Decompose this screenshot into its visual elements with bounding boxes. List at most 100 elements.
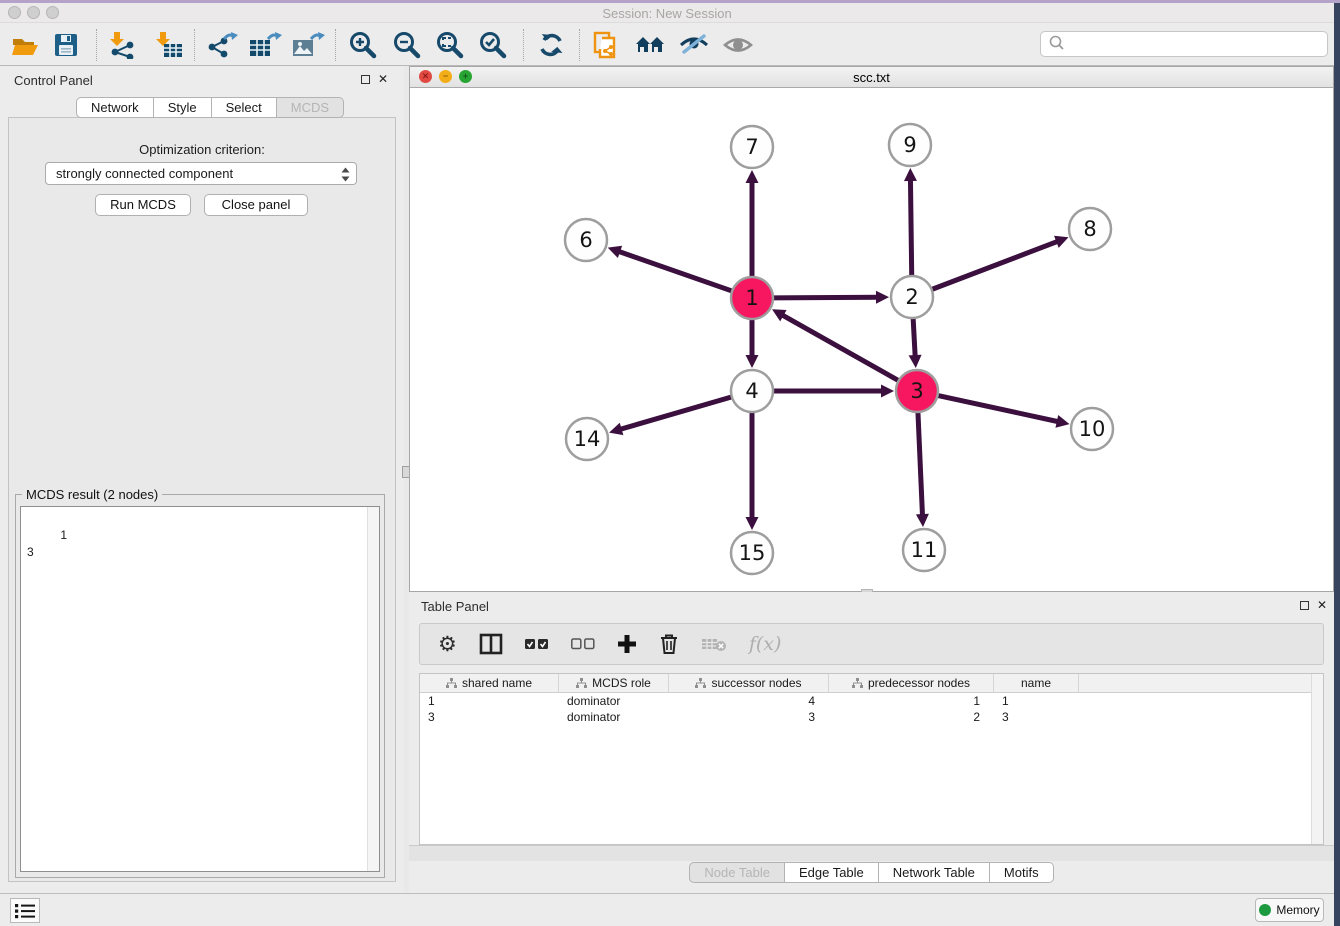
window-titlebar: Session: New Session [0, 3, 1334, 23]
tab-network-table[interactable]: Network Table [879, 862, 990, 883]
table-row[interactable]: 3dominator323 [420, 709, 1323, 725]
arrowhead-icon [746, 170, 759, 183]
list-icon [15, 903, 35, 919]
graph-node-label-7: 7 [745, 135, 758, 159]
main-toolbar [0, 23, 1334, 66]
open-session-icon[interactable] [10, 30, 40, 60]
table-tabs: Node TableEdge TableNetwork TableMotifs [409, 862, 1334, 883]
graph-node-label-8: 8 [1083, 217, 1096, 241]
hierarchy-icon [446, 678, 457, 689]
edge-4-14[interactable] [619, 397, 732, 430]
arrowhead-icon [746, 517, 759, 530]
cell: 3 [420, 709, 559, 725]
function-icon[interactable]: f(x) [749, 633, 782, 655]
delete-icon[interactable] [659, 633, 679, 655]
deselect-all-icon[interactable] [571, 638, 595, 650]
tab-motifs[interactable]: Motifs [990, 862, 1054, 883]
desktop-right-edge [1334, 3, 1340, 926]
table-header-row: shared name MCDS role successor nodesprede… [420, 674, 1323, 693]
export-table-icon[interactable] [248, 30, 282, 60]
graph-node-label-2: 2 [905, 285, 918, 309]
mcds-result-text[interactable]: 1 3 [20, 506, 380, 872]
save-session-icon[interactable] [52, 30, 80, 60]
gear-icon[interactable]: ⚙ [438, 634, 457, 655]
edge-1-6[interactable] [617, 251, 732, 291]
import-table-icon[interactable] [152, 30, 184, 60]
control-panel-tabs: NetworkStyleSelectMCDS [76, 97, 344, 118]
control-panel: Control Panel ✕ NetworkStyleSelectMCDS O… [0, 66, 404, 893]
toolbar-separator [335, 29, 336, 61]
arrowhead-icon [916, 514, 929, 527]
tab-mcds[interactable]: MCDS [277, 97, 344, 118]
edge-1-2[interactable] [773, 297, 879, 298]
criterion-value: strongly connected component [56, 166, 233, 181]
memory-button[interactable]: Memory [1255, 898, 1324, 922]
tab-select[interactable]: Select [212, 97, 277, 118]
edge-3-1[interactable] [781, 314, 899, 380]
export-network-icon[interactable] [204, 30, 238, 60]
table-scrollbar[interactable] [1311, 674, 1323, 844]
delete-table-icon[interactable] [701, 635, 727, 653]
close-panel-button[interactable]: Close panel [204, 194, 308, 216]
refresh-icon[interactable] [536, 30, 566, 60]
search-icon [1049, 35, 1065, 54]
cell: 2 [829, 709, 994, 725]
column-header-MCDS-role[interactable]: MCDS role [559, 674, 669, 692]
zoom-selected-icon[interactable] [478, 30, 508, 60]
arrowhead-icon [1055, 415, 1069, 428]
toolbar-separator [96, 29, 97, 61]
network-view-frame: ✕ − + scc.txt 7968124314101511 [409, 66, 1334, 592]
table-panel: Table Panel ✕ ⚙ f(x) [409, 592, 1334, 893]
hide-selected-icon[interactable] [678, 30, 710, 60]
column-header-shared-name[interactable]: shared name [420, 674, 559, 692]
tab-edge-table[interactable]: Edge Table [785, 862, 879, 883]
application-window: Session: New Session [0, 0, 1340, 926]
hierarchy-icon [576, 678, 587, 689]
control-panel-float-button[interactable] [358, 72, 372, 86]
criterion-dropdown[interactable]: strongly connected component [45, 162, 357, 185]
graph-node-label-9: 9 [903, 133, 916, 157]
zoom-fit-icon[interactable] [435, 30, 465, 60]
tab-node-table[interactable]: Node Table [689, 862, 785, 883]
run-mcds-button[interactable]: Run MCDS [95, 194, 191, 216]
add-icon[interactable] [617, 634, 637, 654]
network-frame-titlebar[interactable]: ✕ − + scc.txt [410, 67, 1333, 88]
edge-3-11[interactable] [918, 412, 923, 517]
tab-network[interactable]: Network [76, 97, 154, 118]
control-panel-close-button[interactable]: ✕ [376, 72, 390, 86]
zoom-in-icon[interactable] [348, 30, 378, 60]
search-input[interactable] [1040, 31, 1328, 57]
show-all-icon[interactable] [722, 30, 754, 60]
table-row[interactable]: 1dominator411 [420, 693, 1323, 709]
edge-2-3[interactable] [913, 318, 915, 358]
table-bottom-band [409, 845, 1334, 861]
houses-icon[interactable] [634, 30, 668, 60]
column-label: MCDS role [592, 676, 651, 690]
edge-2-9[interactable] [910, 178, 911, 276]
edge-3-10[interactable] [938, 395, 1060, 422]
mcds-result-title: MCDS result (2 nodes) [22, 487, 162, 502]
edge-2-8[interactable] [932, 241, 1060, 290]
column-header-successor-nodes[interactable]: successor nodes [669, 674, 829, 692]
node-table: shared name MCDS role successor nodesprede… [419, 673, 1324, 845]
import-network-icon[interactable] [106, 30, 138, 60]
mcds-result-lines: 1 3 [27, 528, 67, 559]
network-frame-title: scc.txt [410, 70, 1333, 85]
mcds-panel: Optimization criterion: strongly connect… [8, 117, 396, 882]
network-canvas[interactable]: 7968124314101511 [410, 88, 1333, 591]
table-panel-float-button[interactable] [1297, 598, 1311, 612]
clone-network-icon[interactable] [592, 30, 622, 60]
tab-style[interactable]: Style [154, 97, 212, 118]
export-image-icon[interactable] [291, 30, 325, 60]
result-scrollbar[interactable] [367, 507, 379, 871]
arrowhead-icon [909, 355, 922, 368]
columns-icon[interactable] [479, 633, 503, 655]
memory-label: Memory [1276, 903, 1319, 917]
task-history-button[interactable] [10, 898, 40, 923]
column-header-name[interactable]: name [994, 674, 1079, 692]
table-toolbar: ⚙ f(x) [419, 623, 1324, 665]
column-header-predecessor-nodes[interactable]: predecessor nodes [829, 674, 994, 692]
zoom-out-icon[interactable] [392, 30, 422, 60]
select-all-icon[interactable] [525, 638, 549, 650]
table-panel-close-button[interactable]: ✕ [1315, 598, 1329, 612]
